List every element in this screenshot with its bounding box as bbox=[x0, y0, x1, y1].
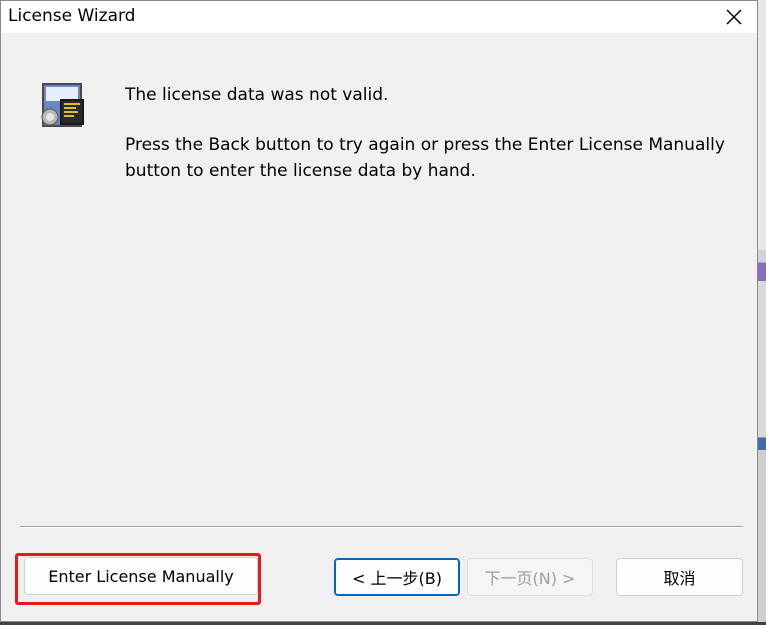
enter-license-manually-button[interactable]: Enter License Manually bbox=[24, 557, 258, 595]
next-button: 下一页(N) > bbox=[467, 558, 593, 596]
close-button[interactable] bbox=[711, 1, 757, 33]
background-strip bbox=[758, 0, 766, 625]
wizard-body: The license data was not valid. Press th… bbox=[1, 33, 757, 621]
instruction-message: Press the Back button to try again or pr… bbox=[125, 135, 725, 181]
back-button[interactable]: < 上一步(B) bbox=[334, 558, 460, 596]
cancel-button[interactable]: 取消 bbox=[616, 558, 743, 596]
license-wizard-window: License Wizard The license data was not … bbox=[0, 0, 758, 622]
close-icon bbox=[726, 9, 742, 25]
license-certificate-icon bbox=[41, 83, 84, 127]
title-bar: License Wizard bbox=[1, 1, 757, 33]
window-title: License Wizard bbox=[8, 6, 136, 26]
error-message: The license data was not valid. bbox=[125, 85, 389, 105]
separator bbox=[20, 526, 743, 528]
